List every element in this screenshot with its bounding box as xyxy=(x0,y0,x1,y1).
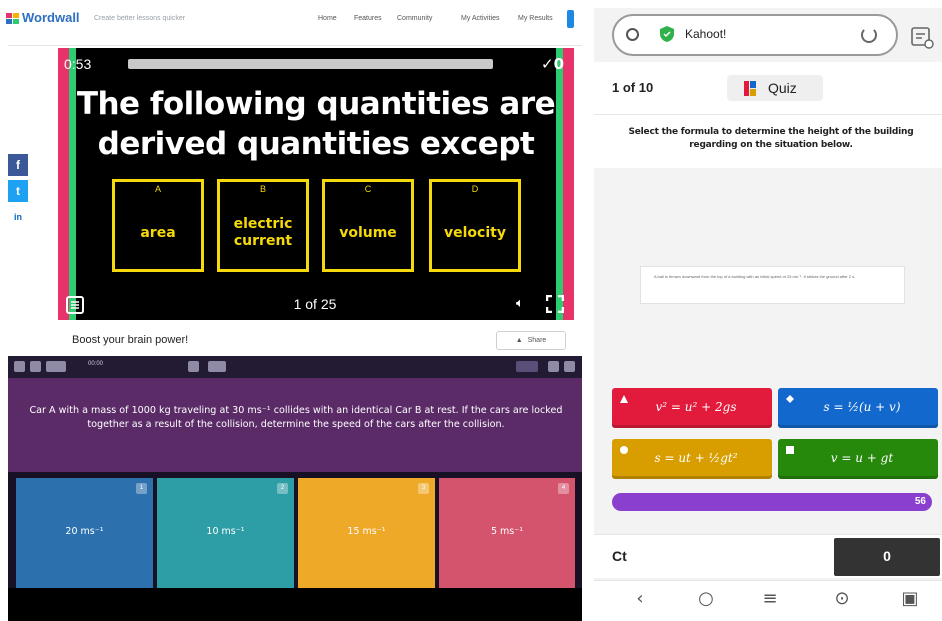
nav-my-results[interactable]: My Results xyxy=(518,15,553,22)
kahoot-question: Select the formula to determine the heig… xyxy=(628,127,914,150)
question-image-text: A ball is thrown downward from the top o… xyxy=(654,274,856,279)
option-number: 2 xyxy=(277,483,288,494)
wordwall-tagline: Create better lessons quicker xyxy=(94,15,186,22)
share-button[interactable]: ▲ Share xyxy=(496,331,566,350)
toolbar-button-icon[interactable] xyxy=(548,361,559,372)
kahoot-answer-yellow[interactable]: s = ut + ½gt² xyxy=(612,439,772,479)
wordwall-logo[interactable]: Wordwall xyxy=(22,10,80,25)
wordwall-header xyxy=(8,8,582,46)
toolbar-button-icon[interactable] xyxy=(208,361,226,372)
fullscreen-icon[interactable] xyxy=(546,295,564,313)
quiz-option-3[interactable]: 3 15 ms⁻¹ xyxy=(298,478,435,588)
answer-text: electric current xyxy=(233,216,293,249)
share-label: Share xyxy=(527,337,547,344)
reload-icon[interactable] xyxy=(861,27,877,43)
right-side-bar xyxy=(556,48,574,320)
toolbar-button-icon[interactable] xyxy=(14,361,25,372)
assistant-icon[interactable]: ⊙ xyxy=(830,588,854,609)
quiz-option-4[interactable]: 4 5 ms⁻¹ xyxy=(439,478,575,588)
option-text: 15 ms⁻¹ xyxy=(347,526,386,537)
question-counter: 1 of 10 xyxy=(612,80,654,95)
correct-count-value: 0 xyxy=(553,55,565,73)
wordwall-header-button[interactable] xyxy=(567,10,574,28)
question-image-box xyxy=(640,266,905,304)
page-indicator: 1 of 25 xyxy=(293,296,337,312)
game-menu-icon[interactable] xyxy=(66,296,84,314)
quiz-question: Car A with a mass of 1000 kg traveling a… xyxy=(29,405,563,430)
menu-icon[interactable]: ≡ xyxy=(758,588,782,609)
kahoot-answer-red[interactable]: v² = u² + 2gs xyxy=(612,388,772,428)
option-number: 1 xyxy=(136,483,147,494)
toolbar-button-icon[interactable] xyxy=(30,361,41,372)
answer-text: velocity xyxy=(444,224,506,241)
quiz-icon xyxy=(744,81,756,96)
timer-progress-bar xyxy=(128,59,493,69)
answer-text: area xyxy=(140,224,176,241)
option-text: 10 ms⁻¹ xyxy=(206,526,245,537)
option-number: 3 xyxy=(418,483,429,494)
kahoot-answer-blue[interactable]: s = ½(u + v) xyxy=(778,388,938,428)
option-text: 20 ms⁻¹ xyxy=(65,526,104,537)
player-score: 0 xyxy=(883,548,891,564)
answer-text: s = ut + ½gt² xyxy=(654,450,738,465)
nav-features[interactable]: Features xyxy=(354,15,382,22)
toolbar-button-icon[interactable] xyxy=(564,361,575,372)
answer-box-b[interactable]: B electric current xyxy=(217,179,309,272)
tabs-icon[interactable]: ▣ xyxy=(898,588,922,609)
answer-text: v² = u² + 2gs xyxy=(655,399,737,414)
activity-title: Boost your brain power! xyxy=(72,334,189,346)
game-timer: 0:53 xyxy=(64,56,92,72)
answer-letter: D xyxy=(471,184,479,194)
kahoot-answer-green[interactable]: v = u + gt xyxy=(778,439,938,479)
nav-community[interactable]: Community xyxy=(397,15,432,22)
answer-box-c[interactable]: C volume xyxy=(322,179,414,272)
quiz-bottom-bar xyxy=(8,588,582,621)
correct-count: ✓0 xyxy=(541,55,564,73)
option-number: 4 xyxy=(558,483,569,494)
toolbar-button-icon[interactable] xyxy=(188,361,199,372)
wordwall-logo-icon xyxy=(6,13,19,24)
toolbar-text: 00:00 xyxy=(88,361,104,367)
answer-letter: C xyxy=(364,184,372,194)
toolbar-button-icon[interactable] xyxy=(516,361,538,372)
search-icon[interactable] xyxy=(626,28,639,41)
share-icon: ▲ xyxy=(515,337,523,344)
browser-url-bar[interactable] xyxy=(612,14,898,56)
game-question: The following quantities are derived qua… xyxy=(76,86,556,162)
quiz-toolbar xyxy=(8,356,582,378)
quiz-option-1[interactable]: 1 20 ms⁻¹ xyxy=(16,478,153,588)
linkedin-icon[interactable]: in xyxy=(8,206,28,228)
nav-my-activities[interactable]: My Activities xyxy=(461,15,500,22)
twitter-icon[interactable]: t xyxy=(8,180,28,202)
answer-text: s = ½(u + v) xyxy=(823,399,901,414)
answer-box-a[interactable]: A area xyxy=(112,179,204,272)
answer-text: v = u + gt xyxy=(830,450,894,465)
quiz-option-2[interactable]: 2 10 ms⁻¹ xyxy=(157,478,294,588)
back-icon[interactable]: ‹ xyxy=(628,588,652,609)
option-text: 5 ms⁻¹ xyxy=(490,526,524,537)
url-text[interactable]: Kahoot! xyxy=(685,27,726,41)
quiz-mode-label: Quiz xyxy=(768,80,797,96)
kahoot-progress-value: 56 xyxy=(914,496,926,507)
kahoot-progress-bar xyxy=(612,493,932,511)
facebook-icon[interactable]: f xyxy=(8,154,28,176)
shield-icon xyxy=(660,26,674,42)
tabs-icon[interactable] xyxy=(910,25,934,49)
search-icon[interactable]: ○ xyxy=(694,588,718,609)
nav-home[interactable]: Home xyxy=(318,15,337,22)
toolbar-button-icon[interactable] xyxy=(46,361,66,372)
player-name: Ct xyxy=(612,548,627,564)
answer-letter: A xyxy=(154,184,161,194)
answer-text: volume xyxy=(339,224,397,241)
answer-box-d[interactable]: D velocity xyxy=(429,179,521,272)
sound-icon[interactable]: 🔈︎ xyxy=(516,296,524,311)
check-icon: ✓ xyxy=(541,55,554,73)
answer-letter: B xyxy=(259,184,266,194)
left-side-bar xyxy=(58,48,76,320)
